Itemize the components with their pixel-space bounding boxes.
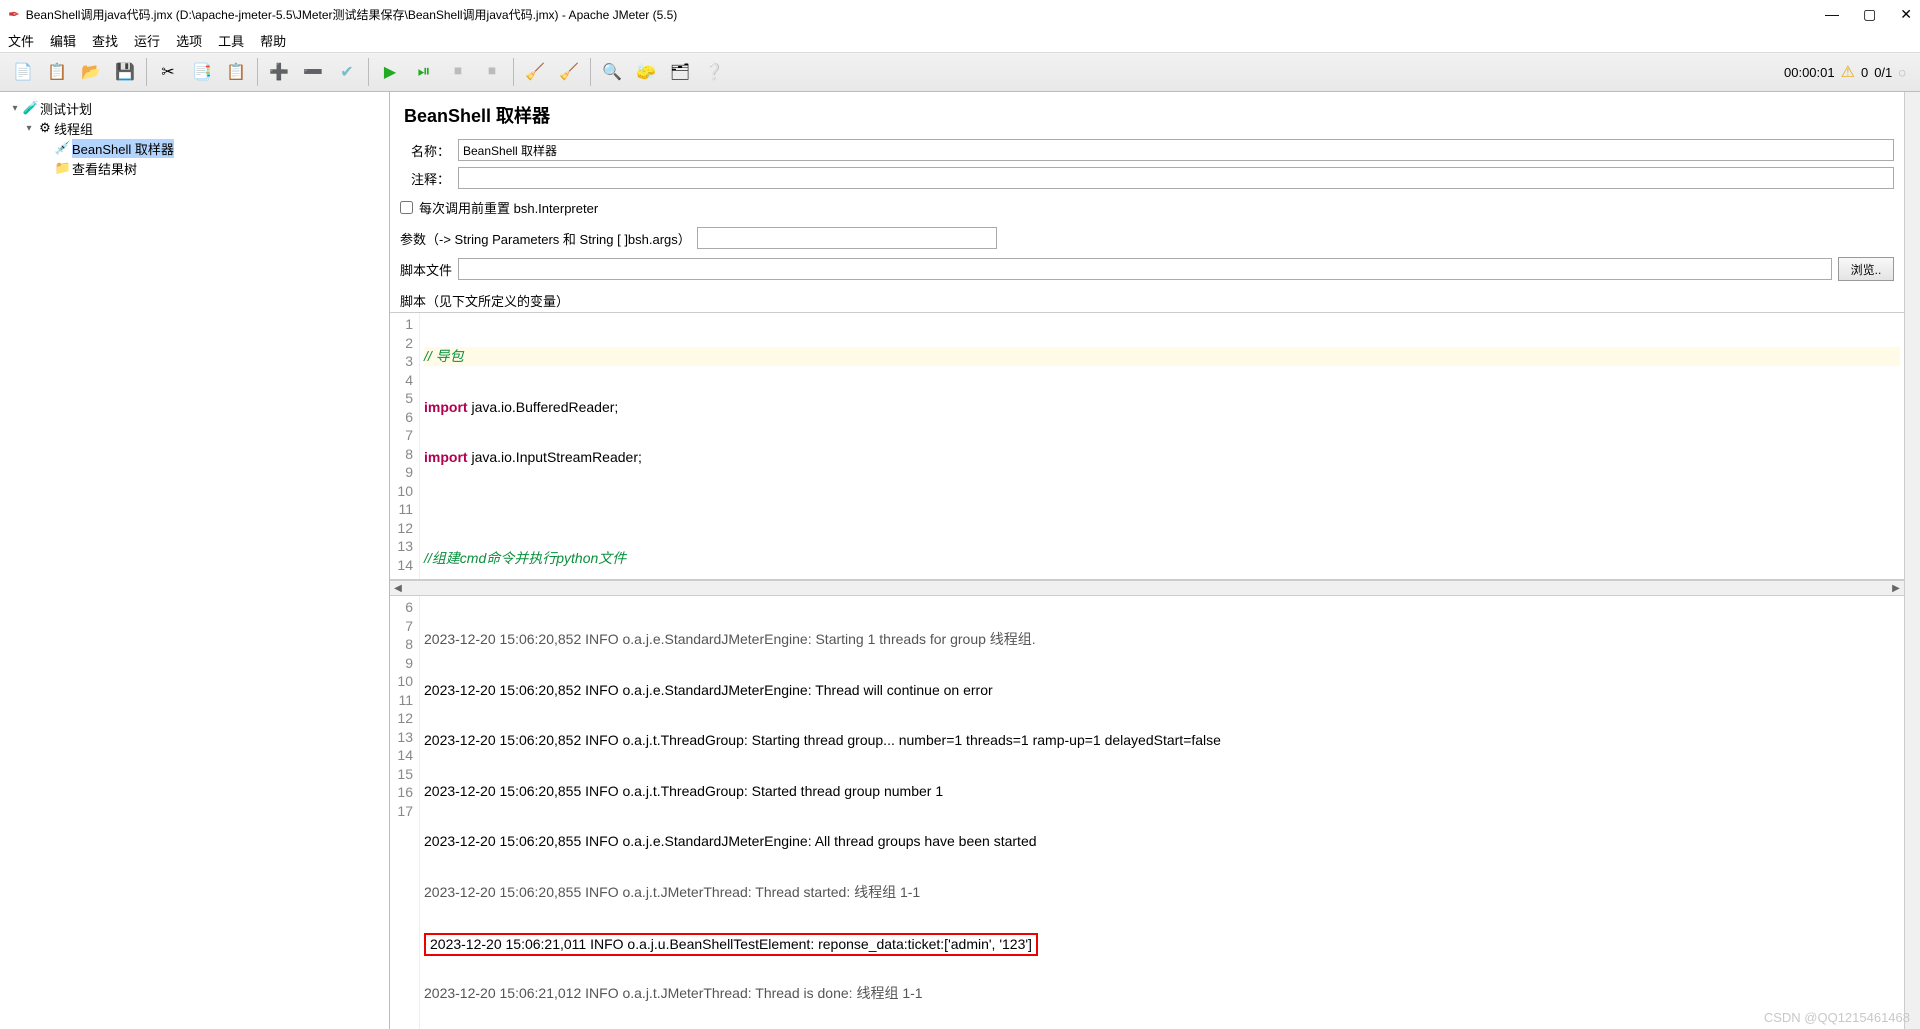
log-line: 2023-12-20 15:06:20,855 INFO o.a.j.t.Thr… — [424, 782, 1900, 801]
browse-button[interactable]: 浏览.. — [1838, 257, 1894, 281]
editor-gutter: 1234567891011121314 — [390, 313, 420, 579]
name-label: 名称： — [400, 141, 450, 160]
open-button[interactable]: 📂 — [76, 57, 106, 87]
remove-button[interactable]: ➖ — [298, 57, 328, 87]
log-gutter: 67891011121314151617 — [390, 596, 420, 1029]
log-line: 2023-12-20 15:06:20,855 INFO o.a.j.t.JMe… — [424, 883, 1900, 902]
close-button[interactable]: ✕ — [1900, 6, 1912, 23]
reset-checkbox[interactable] — [400, 201, 413, 214]
params-row: 参数（-> String Parameters 和 String [ ]bsh.… — [390, 223, 1904, 253]
separator — [513, 58, 514, 86]
reset-search-button[interactable]: 🧽 — [631, 57, 661, 87]
name-input[interactable] — [458, 139, 1894, 161]
titlebar: ✒ BeanShell调用java代码.jmx (D:\apache-jmete… — [0, 0, 1920, 28]
add-button[interactable]: ➕ — [264, 57, 294, 87]
pipette-icon: 💉 — [54, 140, 72, 156]
scroll-right-icon[interactable]: ▶ — [1888, 583, 1904, 594]
separator — [257, 58, 258, 86]
stop-button[interactable]: ⏹ — [443, 57, 473, 87]
log-line: 2023-12-20 15:06:21,012 INFO o.a.j.t.JMe… — [424, 984, 1900, 1003]
warning-icon[interactable]: ⚠ — [1841, 62, 1855, 82]
run-button[interactable]: ▶ — [375, 57, 405, 87]
scroll-left-icon[interactable]: ◀ — [390, 583, 406, 594]
reset-label: 每次调用前重置 bsh.Interpreter — [419, 198, 598, 217]
watermark: CSDN @QQ1215461468 — [1764, 1010, 1910, 1025]
twisty-icon[interactable]: ▾ — [8, 103, 22, 114]
flask-icon: 🧪 — [22, 100, 40, 116]
menu-tools[interactable]: 工具 — [218, 31, 244, 50]
log-line: 2023-12-20 15:06:20,852 INFO o.a.j.t.Thr… — [424, 731, 1900, 750]
tree-test-plan[interactable]: ▾ 🧪 测试计划 — [4, 98, 385, 118]
activity-icon: ◌ — [1898, 65, 1906, 80]
toolbar: 📄 📋 📂 💾 ✂ 📑 📋 ➕ ➖ ✔ ▶ ⏯ ⏹ ⏹ 🧹 🧹 🔍 🧽 🗂 ❔ … — [0, 52, 1920, 92]
find-button[interactable]: 🔍 — [597, 57, 627, 87]
log-line: 2023-12-20 15:06:20,852 INFO o.a.j.e.Sta… — [424, 681, 1900, 700]
file-row: 脚本文件 浏览.. — [390, 253, 1904, 285]
window-controls: — ▢ ✕ — [1825, 6, 1912, 23]
log-line: 2023-12-20 15:06:20,852 INFO o.a.j.e.Sta… — [424, 630, 1900, 649]
params-label: 参数（-> String Parameters 和 String [ ]bsh.… — [400, 229, 691, 248]
clear-all-button[interactable]: 🧹 — [554, 57, 584, 87]
help-button[interactable]: ❔ — [699, 57, 729, 87]
copy-button[interactable]: 📑 — [187, 57, 217, 87]
reset-row: 每次调用前重置 bsh.Interpreter — [390, 192, 1904, 223]
log-line-highlighted: 2023-12-20 15:06:21,011 INFO o.a.j.u.Bea… — [424, 933, 1900, 952]
gear-icon: ⚙ — [36, 120, 54, 136]
thread-count: 0/1 — [1874, 65, 1892, 80]
cut-button[interactable]: ✂ — [153, 57, 183, 87]
panel-title: BeanShell 取样器 — [390, 92, 1904, 136]
name-row: 名称： — [390, 136, 1904, 164]
tree-view-results[interactable]: 📁 查看结果树 — [4, 158, 385, 178]
editor-hscroll[interactable]: ◀ ▶ — [390, 580, 1904, 596]
elapsed-time: 00:00:01 — [1784, 65, 1835, 80]
right-scrollbar[interactable] — [1904, 92, 1920, 1029]
app-icon: ✒ — [8, 6, 20, 23]
separator — [368, 58, 369, 86]
warning-count: 0 — [1861, 65, 1868, 80]
paste-button[interactable]: 📋 — [221, 57, 251, 87]
comment-input[interactable] — [458, 167, 1894, 189]
maximize-button[interactable]: ▢ — [1863, 6, 1876, 23]
log-panel[interactable]: 67891011121314151617 2023-12-20 15:06:20… — [390, 596, 1904, 1029]
log-line: 2023-12-20 15:06:20,855 INFO o.a.j.e.Sta… — [424, 832, 1900, 851]
minimize-button[interactable]: — — [1825, 6, 1839, 23]
menu-edit[interactable]: 编辑 — [50, 31, 76, 50]
separator — [590, 58, 591, 86]
run-no-pause-button[interactable]: ⏯ — [409, 57, 439, 87]
status-area: 00:00:01 ⚠ 0 0/1 ◌ — [1784, 62, 1906, 82]
tree-thread-group[interactable]: ▾ ⚙ 线程组 — [4, 118, 385, 138]
main-split: ▾ 🧪 测试计划 ▾ ⚙ 线程组 💉 BeanShell 取样器 📁 查看结果树… — [0, 92, 1920, 1029]
menu-help[interactable]: 帮助 — [260, 31, 286, 50]
menu-search[interactable]: 查找 — [92, 31, 118, 50]
menu-file[interactable]: 文件 — [8, 31, 34, 50]
enable-button[interactable]: ✔ — [332, 57, 362, 87]
comment-row: 注释： — [390, 164, 1904, 192]
folder-icon: 📁 — [54, 160, 72, 176]
templates-button[interactable]: 📋 — [42, 57, 72, 87]
comment-label: 注释： — [400, 169, 450, 188]
script-editor[interactable]: 1234567891011121314 // 导包 import java.io… — [390, 312, 1904, 580]
menu-run[interactable]: 运行 — [134, 31, 160, 50]
params-input[interactable] — [697, 227, 997, 249]
save-button[interactable]: 💾 — [110, 57, 140, 87]
tree-beanshell-sampler[interactable]: 💉 BeanShell 取样器 — [4, 138, 385, 158]
function-helper-button[interactable]: 🗂 — [665, 57, 695, 87]
file-label: 脚本文件 — [400, 260, 452, 279]
editor-code[interactable]: // 导包 import java.io.BufferedReader; imp… — [420, 313, 1904, 579]
script-label: 脚本（见下文所定义的变量） — [390, 285, 1904, 312]
shutdown-button[interactable]: ⏹ — [477, 57, 507, 87]
separator — [146, 58, 147, 86]
test-plan-tree[interactable]: ▾ 🧪 测试计划 ▾ ⚙ 线程组 💉 BeanShell 取样器 📁 查看结果树 — [0, 92, 390, 1029]
twisty-icon[interactable]: ▾ — [22, 123, 36, 134]
new-button[interactable]: 📄 — [8, 57, 38, 87]
clear-button[interactable]: 🧹 — [520, 57, 550, 87]
window-title: BeanShell调用java代码.jmx (D:\apache-jmeter-… — [26, 6, 1825, 23]
file-input[interactable] — [458, 258, 1832, 280]
right-panel: BeanShell 取样器 名称： 注释： 每次调用前重置 bsh.Interp… — [390, 92, 1904, 1029]
log-content: 2023-12-20 15:06:20,852 INFO o.a.j.e.Sta… — [420, 596, 1904, 1029]
menubar: 文件 编辑 查找 运行 选项 工具 帮助 — [0, 28, 1920, 52]
menu-options[interactable]: 选项 — [176, 31, 202, 50]
